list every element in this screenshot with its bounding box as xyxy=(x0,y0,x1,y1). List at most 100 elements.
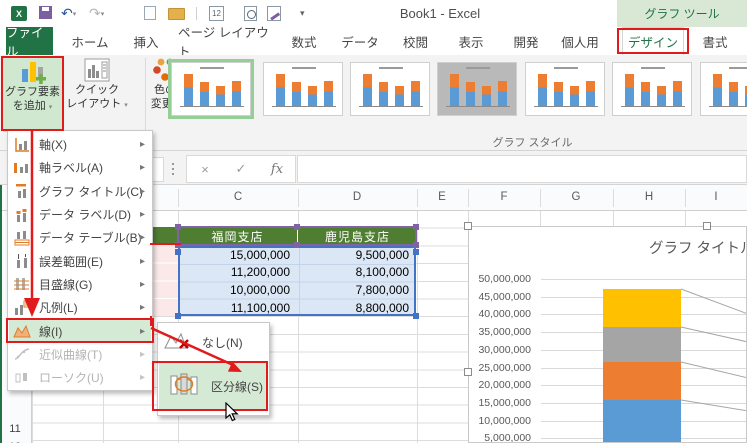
chart-style-7[interactable] xyxy=(700,62,747,116)
tab-data[interactable]: データ xyxy=(338,27,382,55)
cell-d8[interactable]: 8,800,000 xyxy=(299,300,409,318)
menu-item-axis-titles[interactable]: 軸ラベル(A)▸ xyxy=(9,156,151,179)
chart-style-3[interactable] xyxy=(350,62,430,116)
submenu-arrow-icon: ▸ xyxy=(140,186,145,197)
tab-view[interactable]: 表示 xyxy=(452,27,490,55)
blue-handle[interactable] xyxy=(413,313,419,319)
submenu-item-series-lines[interactable]: 区分線(S) xyxy=(159,361,268,411)
blue-handle[interactable] xyxy=(175,249,181,255)
menu-item-chart-title[interactable]: グラフ タイトル(C)▸ xyxy=(9,180,151,203)
column-header-c[interactable]: C xyxy=(218,191,258,203)
insert-function-icon[interactable]: fx xyxy=(259,162,295,177)
column-header-f[interactable]: F xyxy=(484,191,524,203)
chart-object[interactable]: グラフ タイトル 50,000,000 45,000,000 40,000,00… xyxy=(468,226,747,443)
redo-icon[interactable]: ↷▾ xyxy=(89,6,104,21)
title-bar: X ↶▾ ↷▾ 12 ▾ Book1 - Excel グラフ ツール xyxy=(0,0,747,27)
tab-format[interactable]: 書式 xyxy=(696,27,734,55)
blue-handle[interactable] xyxy=(413,249,419,255)
purple-handle[interactable] xyxy=(413,224,419,230)
chart-style-1[interactable] xyxy=(171,62,251,116)
purple-handle[interactable] xyxy=(294,242,300,248)
axes-icon xyxy=(13,137,31,153)
cell-c6[interactable]: 11,200,000 xyxy=(180,264,290,282)
menu-item-lines[interactable]: 線(I)▸ xyxy=(9,319,151,342)
tab-page-layout[interactable]: ページ レイアウト xyxy=(178,27,272,55)
formula-input[interactable] xyxy=(297,155,747,183)
chart-resize-handle[interactable] xyxy=(464,368,472,376)
add-chart-element-button[interactable]: グラフ要素 を追加 ▾ xyxy=(3,57,62,132)
window-left-edge xyxy=(0,185,2,443)
tab-file[interactable]: ファイル xyxy=(6,27,53,55)
column-header-d[interactable]: D xyxy=(337,191,377,203)
tab-design[interactable]: デザイン xyxy=(622,27,684,55)
column-header-h[interactable]: H xyxy=(629,191,669,203)
row-header-11[interactable]: 11 xyxy=(2,423,28,435)
ribbon-tab-row: ファイル ホーム 挿入 ページ レイアウト 数式 データ 校閲 表示 開発 個人… xyxy=(0,27,747,55)
contextual-tab-header: グラフ ツール xyxy=(617,0,747,27)
menu-item-error-bars[interactable]: 誤差範囲(E)▸ xyxy=(9,250,151,273)
submenu-arrow-icon: ▸ xyxy=(140,256,145,267)
name-box[interactable] xyxy=(152,157,164,182)
tab-formulas[interactable]: 数式 xyxy=(285,27,323,55)
tab-home[interactable]: ホーム xyxy=(70,27,110,55)
cell-c5[interactable]: 15,000,000 xyxy=(180,247,290,265)
menu-item-gridlines[interactable]: 目盛線(G)▸ xyxy=(9,273,151,296)
purple-handle[interactable] xyxy=(413,242,419,248)
menu-item-axes[interactable]: 軸(X)▸ xyxy=(9,133,151,156)
purple-handle[interactable] xyxy=(175,224,181,230)
blue-handle[interactable] xyxy=(175,313,181,319)
tab-review[interactable]: 校閲 xyxy=(395,27,436,55)
column-header-g[interactable]: G xyxy=(556,191,596,203)
excel-logo-icon: X xyxy=(11,6,27,21)
lines-submenu: なし(N) 区分線(S) xyxy=(157,322,270,416)
menu-item-trendline: 近似曲線(T)▸ xyxy=(9,343,151,366)
quick-layout-button[interactable]: クイック レイアウト ▾ xyxy=(66,57,128,131)
tab-personal[interactable]: 個人用 xyxy=(558,27,602,55)
enter-icon[interactable]: ✓ xyxy=(223,161,259,177)
menu-item-data-table[interactable]: データ テーブル(B)▸ xyxy=(9,226,151,249)
edit-document-icon[interactable] xyxy=(267,6,281,21)
category-cells-sliver xyxy=(153,246,178,316)
lines-icon xyxy=(13,323,31,339)
open-folder-icon[interactable] xyxy=(168,8,185,20)
purple-handle[interactable] xyxy=(175,242,181,248)
paste-12-icon[interactable]: 12 xyxy=(209,6,224,21)
series-lines xyxy=(469,227,747,443)
qat-more-icon[interactable]: ▾ xyxy=(300,6,305,21)
submenu-arrow-icon: ▸ xyxy=(140,162,145,173)
column-header-e[interactable]: E xyxy=(422,191,462,203)
cell-c8[interactable]: 11,100,000 xyxy=(180,300,290,318)
chart-style-5[interactable] xyxy=(525,62,605,116)
cancel-icon[interactable]: × xyxy=(187,162,223,177)
tab-insert[interactable]: 挿入 xyxy=(128,27,164,55)
save-icon[interactable] xyxy=(39,6,52,19)
submenu-arrow-icon: ▸ xyxy=(140,209,145,220)
column-header-i[interactable]: I xyxy=(696,191,736,203)
cell-d6[interactable]: 8,100,000 xyxy=(299,264,409,282)
cell-d7[interactable]: 7,800,000 xyxy=(299,282,409,300)
updown-bars-icon xyxy=(13,370,31,386)
undo-icon[interactable]: ↶▾ xyxy=(61,6,76,21)
tab-developer[interactable]: 開発 xyxy=(506,27,546,55)
menu-item-data-labels[interactable]: データ ラベル(D)▸ xyxy=(9,203,151,226)
submenu-arrow-icon: ▸ xyxy=(140,279,145,290)
submenu-item-none[interactable]: なし(N) xyxy=(159,327,268,357)
chart-style-2[interactable] xyxy=(263,62,343,116)
chart-title-icon xyxy=(13,183,31,199)
new-document-icon[interactable] xyxy=(144,6,156,20)
chart-style-6[interactable] xyxy=(612,62,692,116)
data-labels-icon xyxy=(13,207,31,223)
error-bars-icon xyxy=(13,253,31,269)
print-preview-icon[interactable] xyxy=(244,6,257,21)
chart-style-4[interactable] xyxy=(437,62,517,116)
purple-handle[interactable] xyxy=(294,224,300,230)
add-chart-element-icon xyxy=(19,57,47,85)
cell-c7[interactable]: 10,000,000 xyxy=(180,282,290,300)
qat-separator xyxy=(196,7,197,20)
trendline-icon xyxy=(13,346,31,362)
dropdown-caret-icon: ▾ xyxy=(49,104,53,111)
chart-resize-handle[interactable] xyxy=(464,222,472,230)
chart-resize-handle[interactable] xyxy=(703,222,711,230)
cell-d5[interactable]: 9,500,000 xyxy=(299,247,409,265)
menu-item-legend[interactable]: 凡例(L)▸ xyxy=(9,296,151,319)
